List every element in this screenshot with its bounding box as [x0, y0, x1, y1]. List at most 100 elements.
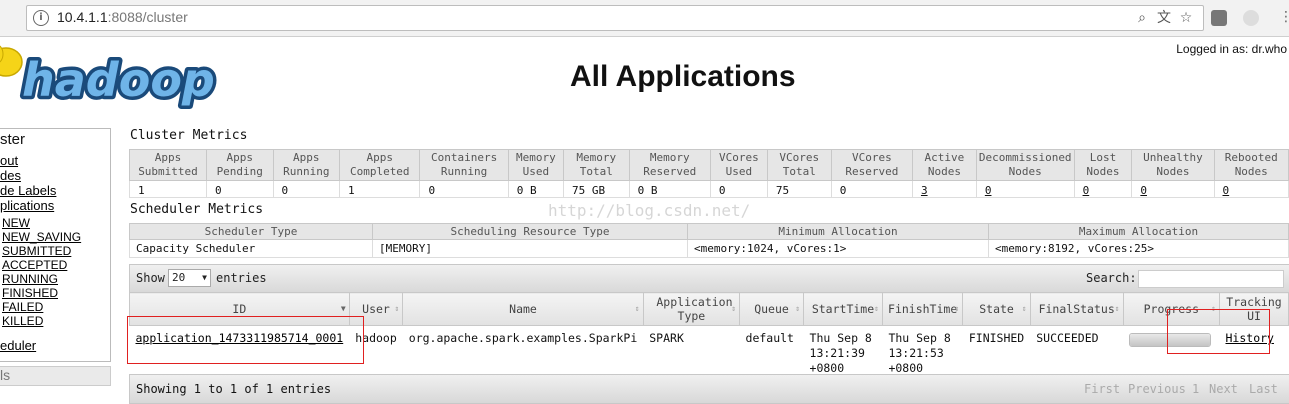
metrics-header-line: Reserved: [845, 165, 899, 178]
col-app-type[interactable]: Application Type ⇕: [642, 292, 741, 326]
sched-type: Capacity Scheduler: [129, 239, 373, 258]
metrics-header-8: VCores Used: [709, 149, 768, 181]
metrics-value-5: 0 B: [507, 180, 564, 198]
col-state[interactable]: State ⇕: [962, 292, 1031, 326]
metrics-header-0: Apps Submitted: [129, 149, 207, 181]
entries-info: Showing 1 to 1 of 1 entries: [136, 382, 332, 396]
nav-link-applications[interactable]: plications: [0, 198, 54, 213]
menu-icon[interactable]: ⋮: [1279, 9, 1289, 25]
search-input[interactable]: [1138, 270, 1284, 288]
sched-header-max: Maximum Allocation: [988, 223, 1289, 240]
metrics-value-6: 75 GB: [562, 180, 630, 198]
search-label: Search:: [1086, 271, 1137, 285]
pager-last[interactable]: Last: [1249, 382, 1278, 396]
zoom-icon[interactable]: ⌕: [1134, 10, 1150, 26]
metrics-value-3: 1: [339, 180, 421, 198]
pager-page-1[interactable]: 1: [1192, 382, 1199, 396]
metrics-header-row: Apps Submitted Apps Pending Apps Running Apps C…: [129, 149, 1289, 181]
metrics-value-row: 100100 B 75 GB 0 B 0 75 0 3 0 0 0 0: [129, 180, 1289, 198]
highlight-box-tracking: [1167, 309, 1270, 354]
metrics-header-line: Reserved: [643, 165, 697, 178]
nav-heading-tools[interactable]: ls: [0, 366, 111, 386]
start-date: Thu Sep 8: [809, 331, 872, 345]
col-name[interactable]: Name ⇕: [402, 292, 644, 326]
metrics-header-line: Used: [522, 165, 550, 178]
nav-link-killed[interactable]: KILLED: [2, 314, 43, 328]
info-icon[interactable]: i: [33, 10, 49, 26]
metrics-value-11[interactable]: 3: [911, 180, 977, 198]
nav-link-node-labels[interactable]: de Labels: [0, 183, 56, 198]
sched-resource: [MEMORY]: [372, 239, 688, 258]
metrics-header-line: Running: [283, 165, 330, 178]
pager-first[interactable]: First: [1084, 382, 1120, 396]
col-state-label: State: [979, 302, 1014, 316]
metrics-value-13[interactable]: 0: [1073, 180, 1133, 198]
col-finishtime[interactable]: FinishTime ⇕: [881, 292, 964, 326]
col-starttime[interactable]: StartTime ⇕: [803, 292, 883, 326]
sort-icon: ⇕: [954, 304, 960, 313]
col-id-label: ID: [232, 302, 247, 316]
metrics-value-1: 0: [205, 180, 274, 198]
metrics-header-14: Unhealthy Nodes: [1131, 149, 1215, 181]
cluster-metrics-table: Apps Submitted Apps Pending Apps Running Apps C…: [129, 149, 1289, 198]
nav-heading-cluster: ster: [0, 131, 26, 148]
nav-link-new[interactable]: NEW: [2, 216, 30, 230]
metrics-value-15[interactable]: 0: [1213, 180, 1289, 198]
highlight-box-app-id: [127, 316, 364, 364]
col-finalstatus-label: FinalStatus: [1038, 302, 1115, 316]
metrics-header-12: Decommissioned Nodes: [975, 149, 1075, 181]
metrics-header-line: Nodes: [1008, 165, 1042, 178]
nav-link-nodes[interactable]: des: [0, 168, 21, 183]
metrics-header-line: Rebooted: [1224, 151, 1278, 164]
col-finalstatus[interactable]: FinalStatus ⇕: [1029, 292, 1124, 326]
url-text[interactable]: 10.4.1.1:8088/cluster: [57, 9, 188, 25]
nav-link-accepted[interactable]: ACCEPTED: [2, 258, 67, 272]
bookmark-star-icon[interactable]: ☆: [1178, 10, 1194, 26]
nav-link-new-saving[interactable]: NEW_SAVING: [2, 230, 81, 244]
logged-in-status: Logged in as: dr.who: [1176, 42, 1287, 56]
nav-link-submitted[interactable]: SUBMITTED: [2, 244, 71, 258]
metrics-header-line: Total: [782, 165, 816, 178]
pager-next[interactable]: Next: [1209, 382, 1238, 396]
url-path: :8088/cluster: [107, 9, 188, 25]
sched-min: <memory:1024, vCores:1>: [687, 239, 989, 258]
metrics-header-line: Decommissioned: [978, 151, 1072, 164]
extension-icon[interactable]: [1211, 10, 1227, 26]
col-name-label: Name: [509, 302, 537, 316]
sort-icon: ⇕: [731, 304, 737, 313]
metrics-header-line: Used: [725, 165, 753, 178]
cluster-metrics-title: Cluster Metrics: [130, 128, 248, 143]
browser-toolbar: i 10.4.1.1:8088/cluster ⌕ 文 ☆ ⋮: [0, 0, 1289, 37]
extension-icon-2[interactable]: [1243, 10, 1259, 26]
nav-link-about[interactable]: out: [0, 153, 18, 168]
pager-previous[interactable]: Previous: [1128, 382, 1186, 396]
sort-icon: ⇕: [394, 304, 400, 313]
metrics-header-13: Lost Nodes: [1073, 149, 1133, 181]
col-user-label: User: [362, 302, 390, 316]
metrics-value-9: 75: [766, 180, 832, 198]
nav-link-running[interactable]: RUNNING: [2, 272, 58, 286]
metrics-header-2: Apps Running: [272, 149, 341, 181]
address-bar[interactable]: i 10.4.1.1:8088/cluster ⌕ 文 ☆: [26, 5, 1204, 31]
translate-icon[interactable]: 文: [1156, 10, 1172, 26]
entries-select-value: 20: [172, 271, 186, 284]
metrics-value-12[interactable]: 0: [975, 180, 1075, 198]
nav-link-scheduler[interactable]: eduler: [0, 338, 36, 353]
metrics-header-6: Memory Total: [562, 149, 630, 181]
entries-select[interactable]: 20 ▼: [168, 269, 211, 287]
sort-icon: ⇕: [874, 304, 879, 313]
nav-link-finished[interactable]: FINISHED: [2, 286, 58, 300]
metrics-value-2: 0: [272, 180, 341, 198]
col-app-type-label: Application Type: [656, 295, 733, 323]
col-queue[interactable]: Queue ⇕: [739, 292, 805, 326]
metrics-header-line: Submitted: [138, 165, 198, 178]
metrics-header-line: Apps: [366, 151, 394, 164]
nav-link-failed[interactable]: FAILED: [2, 300, 43, 314]
scheduler-metrics-table: Scheduler Type Scheduling Resource Type …: [129, 223, 1289, 258]
metrics-header-9: VCores Total: [766, 149, 832, 181]
metrics-value-8: 0: [709, 180, 768, 198]
metrics-header-11: Active Nodes: [911, 149, 977, 181]
metrics-value-14[interactable]: 0: [1131, 180, 1215, 198]
col-queue-label: Queue: [754, 302, 789, 316]
metrics-header-line: VCores: [718, 151, 759, 164]
